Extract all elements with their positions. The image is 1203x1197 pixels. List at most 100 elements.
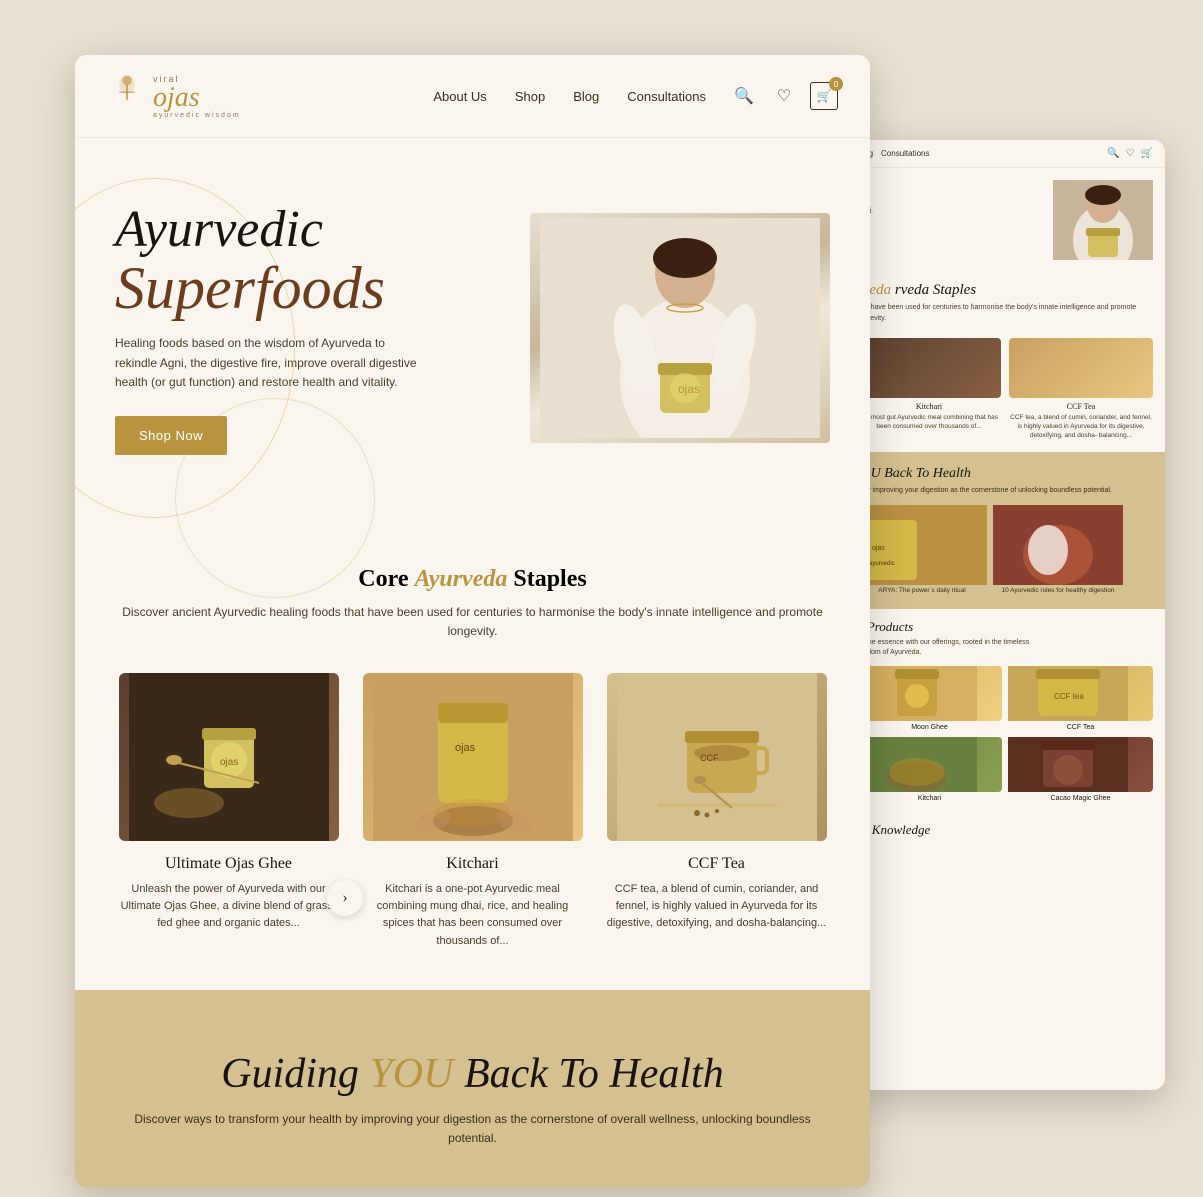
product-card-ghee: ojas Ultimate Ojas Ghee Unleash the powe… <box>119 673 339 949</box>
nav-consultations[interactable]: Consultations <box>627 89 706 104</box>
bg-hero-image <box>1053 180 1153 260</box>
bg-guiding-label-2: 10 Ayurvedic rules for healthy digestion <box>993 587 1123 595</box>
bg-prod-desc-1: the most gut Ayurvedic meal combining th… <box>857 413 1001 431</box>
hero-title-line2: Superfoods <box>115 258 510 318</box>
nav-links: About Us Shop Blog Consultations <box>433 89 706 104</box>
bg-shop-name-kitchari: Kitchari <box>857 795 1002 802</box>
search-button[interactable]: 🔍 <box>730 82 758 110</box>
bg-shop-desc: all the essence with our offerings, root… <box>857 638 1153 658</box>
bg-guiding-desc: rt by improving your digestion as the co… <box>857 486 1153 497</box>
guiding-title: Guiding YOU Back To Health <box>115 1050 830 1098</box>
guiding-end: Back To Health <box>453 1051 723 1097</box>
bg-staples: rveda rveda Staples that have been used … <box>845 272 1165 452</box>
bg-shop-name-ccf: CCF Tea <box>1008 724 1153 731</box>
logo-tagline: ayurvedic wisdom <box>153 112 241 119</box>
bg-guiding-images: ojas ayurvedic ARYA: The power s daily r… <box>857 505 1153 595</box>
product-desc-kitchari: Kitchari is a one-pot Ayurvedic meal com… <box>363 881 583 949</box>
bg-guiding-label-1: ARYA: The power s daily ritual <box>857 587 987 595</box>
bg-shop-img-cacao <box>1008 737 1153 792</box>
bg-shop-cacao: Cacao Magic Ghee <box>1008 737 1153 802</box>
staples-title-main: Core <box>358 566 414 592</box>
svg-text:ojas: ojas <box>872 545 885 552</box>
main-browser-window: viral ojas ayurvedic wisdom About Us Sho… <box>75 55 870 1188</box>
bg-shop-moon-ghee: Moon Ghee <box>857 666 1002 731</box>
bg-product-img-2 <box>1009 338 1153 398</box>
bg-staples-label: rveda Staples <box>895 282 976 298</box>
bg-knowledge: ur Knowledge <box>845 812 1165 848</box>
bg-product-kitchari: Kitchari the most gut Ayurvedic meal com… <box>857 338 1001 440</box>
bg-guiding-img-rules <box>993 505 1123 585</box>
hero-description: Healing foods based on the wisdom of Ayu… <box>115 334 425 392</box>
bg-wishlist-icon: ♡ <box>1126 148 1135 159</box>
bg-guiding-item-2: 10 Ayurvedic rules for healthy digestion <box>993 505 1123 595</box>
bg-shop: p Products all the essence with our offe… <box>845 609 1165 812</box>
bg-shop-kitchari: Kitchari <box>857 737 1002 802</box>
cart-badge: 0 <box>829 77 843 91</box>
staples-title-end: Staples <box>507 566 586 592</box>
product-name-tea: CCF Tea <box>607 855 827 873</box>
svg-text:CCF: CCF <box>700 753 719 763</box>
product-name-ghee: Ultimate Ojas Ghee <box>119 855 339 873</box>
product-card-kitchari: ojas Kitchari Kitchari is a one-pot Ayur… <box>363 673 583 949</box>
svg-text:CCF tea: CCF tea <box>1054 692 1084 701</box>
navigation: viral ojas ayurvedic wisdom About Us Sho… <box>75 55 870 138</box>
carousel-next-button[interactable]: › <box>327 880 363 916</box>
bg-guiding: U U Back To Health rt by improving your … <box>845 452 1165 609</box>
svg-text:ojas: ojas <box>455 742 476 754</box>
bg-browser-window: Blog Consultations 🔍 ♡ 🛒 s Agni. <box>845 140 1165 1090</box>
bg-product-tea: CCF Tea CCF tea, a blend of cumin, coria… <box>1009 338 1153 440</box>
product-desc-ghee: Unleash the power of Ayurveda with our U… <box>119 881 339 932</box>
guiding-description: Discover ways to transform your health b… <box>115 1110 830 1148</box>
bg-search-icon: 🔍 <box>1107 148 1119 159</box>
product-image-ghee: ojas <box>119 673 339 841</box>
bg-shop-name-cacao: Cacao Magic Ghee <box>1008 795 1153 802</box>
guiding-section: Guiding YOU Back To Health Discover ways… <box>75 990 870 1188</box>
bg-guiding-item-1: ojas ayurvedic ARYA: The power s daily r… <box>857 505 987 595</box>
bg-staples-desc: that have been used for centuries to har… <box>845 303 1165 332</box>
bg-hero: s Agni. <box>845 168 1165 272</box>
product-image-kitchari: ojas <box>363 673 583 841</box>
hero-image: ojas <box>530 213 830 443</box>
nav-icons: 🔍 ♡ 🛒 0 <box>730 82 838 110</box>
logo-ojas: ojas <box>153 84 241 112</box>
bg-shop-grid-top: Moon Ghee CCF tea CCF Tea <box>857 666 1153 731</box>
shop-now-button[interactable]: Shop Now <box>115 416 227 455</box>
cart-button[interactable]: 🛒 0 <box>810 82 838 110</box>
product-image-tea: CCF <box>607 673 827 841</box>
bg-nav-consultations: Consultations <box>881 149 929 158</box>
bg-product-img-1 <box>857 338 1001 398</box>
bg-shop-img-ccf: CCF tea <box>1008 666 1153 721</box>
bg-nav: Blog Consultations 🔍 ♡ 🛒 <box>845 140 1165 168</box>
bg-products-grid: Kitchari the most gut Ayurvedic meal com… <box>845 332 1165 452</box>
staples-title: Core Ayurveda Staples <box>115 566 830 593</box>
svg-text:ayurvedic: ayurvedic <box>869 561 895 567</box>
svg-text:ojas: ojas <box>220 757 238 768</box>
bg-shop-img-kitchari <box>857 737 1002 792</box>
bg-prod-name-2: CCF Tea <box>1009 402 1153 411</box>
bg-shop-img-moon <box>857 666 1002 721</box>
hero-title-line1: Ayurvedic <box>115 201 510 258</box>
bg-shop-name-moon: Moon Ghee <box>857 724 1002 731</box>
bg-shop-ccf: CCF tea CCF Tea <box>1008 666 1153 731</box>
hero-section: Ayurvedic Superfoods Healing foods based… <box>75 138 870 518</box>
guiding-you: YOU <box>369 1051 453 1097</box>
products-grid: ojas Ultimate Ojas Ghee Unleash the powe… <box>115 673 830 949</box>
bg-prod-desc-2: CCF tea, a blend of cumin, coriander, an… <box>1009 413 1153 440</box>
hero-content: Ayurvedic Superfoods Healing foods based… <box>115 201 530 455</box>
bg-guiding-img-arya: ojas ayurvedic <box>857 505 987 585</box>
bg-shop-grid-bottom: Kitchari Cacao Magic Ghee <box>857 737 1153 802</box>
guiding-main: Guiding <box>221 1051 369 1097</box>
bg-cart-icon: 🛒 <box>1141 148 1153 159</box>
nav-shop[interactable]: Shop <box>515 89 545 104</box>
nav-blog[interactable]: Blog <box>573 89 599 104</box>
product-desc-tea: CCF tea, a blend of cumin, coriander, an… <box>607 881 827 932</box>
bg-hero-desc: Agni. <box>857 207 1043 218</box>
product-card-tea: CCF CCF Tea CCF tea, a blend of cumin, c… <box>607 673 827 949</box>
bg-prod-name-1: Kitchari <box>857 402 1001 411</box>
staples-subtitle: Discover ancient Ayurvedic healing foods… <box>115 603 830 641</box>
nav-about[interactable]: About Us <box>433 89 486 104</box>
logo[interactable]: viral ojas ayurvedic wisdom <box>107 71 241 121</box>
bg-knowledge-title: ur Knowledge <box>857 822 1153 838</box>
wishlist-button[interactable]: ♡ <box>770 82 798 110</box>
staples-section: Core Ayurveda Staples Discover ancient A… <box>75 518 870 990</box>
